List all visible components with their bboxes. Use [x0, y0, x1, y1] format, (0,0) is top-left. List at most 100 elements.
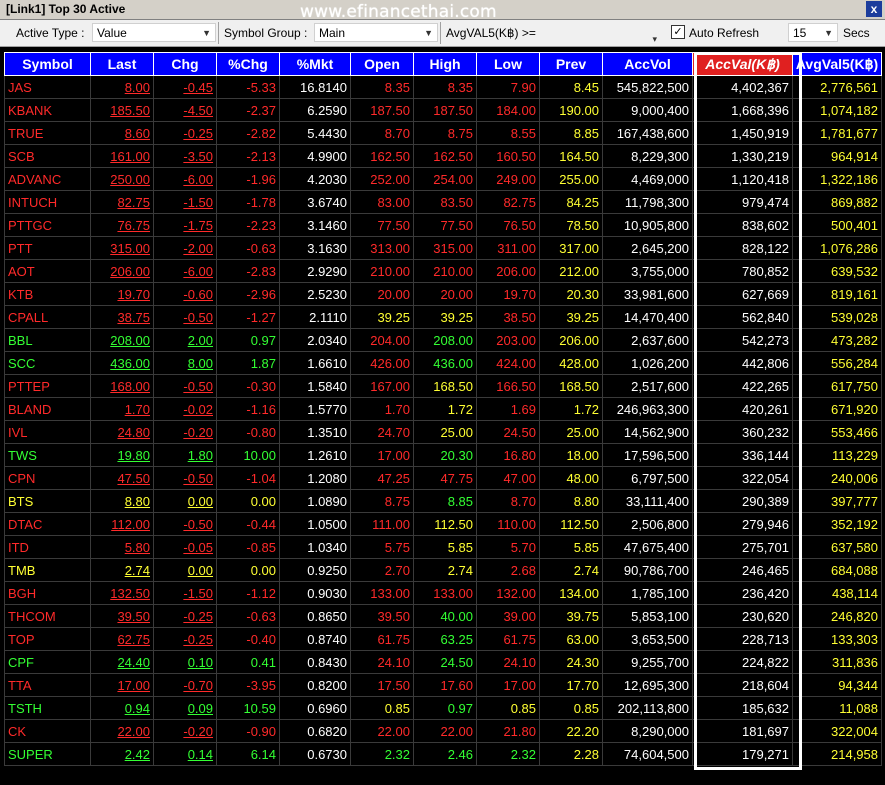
symbol-cell[interactable]: SUPER [4, 742, 91, 766]
column-header[interactable]: %Mkt [279, 52, 351, 76]
symbol-cell[interactable]: TWS [4, 443, 91, 467]
column-header[interactable]: %Chg [216, 52, 280, 76]
symbol-cell[interactable]: CPN [4, 466, 91, 490]
accval-cell: 218,604 [692, 673, 793, 697]
symbol-cell[interactable]: ITD [4, 535, 91, 559]
symbol-cell[interactable]: PTTEP [4, 374, 91, 398]
symbol-cell[interactable]: ADVANC [4, 167, 91, 191]
symbol-cell[interactable]: PTTGC [4, 213, 91, 237]
symbol-cell[interactable]: THCOM [4, 604, 91, 628]
symbol-cell[interactable]: TOP [4, 627, 91, 651]
table-row[interactable]: TOP 62.75 -0.25 -0.40 0.8740 61.75 63.25 61.75 6… [4, 627, 882, 651]
table-row[interactable]: THCOM 39.50 -0.25 -0.63 0.8650 39.50 40.00 39.0… [4, 604, 882, 628]
table-row[interactable]: SUPER 2.42 0.14 6.14 0.6730 2.32 2.46 2.32 2.28 7… [4, 742, 882, 766]
symbol-cell[interactable]: BLAND [4, 397, 91, 421]
table-row[interactable]: PTT 315.00 -2.00 -0.63 3.1630 313.00 315.00 311… [4, 236, 882, 260]
column-header[interactable]: Low [476, 52, 540, 76]
column-header[interactable]: High [413, 52, 477, 76]
chg-cell: 0.14 [153, 742, 217, 766]
symbol-cell[interactable]: DTAC [4, 512, 91, 536]
symbol-group-select[interactable]: Main ▼ [314, 23, 438, 42]
symbol-cell[interactable]: SCC [4, 351, 91, 375]
table-row[interactable]: BLAND 1.70 -0.02 -1.16 1.5770 1.70 1.72 1.69 1.7… [4, 397, 882, 421]
symbol-cell[interactable]: PTT [4, 236, 91, 260]
table-row[interactable]: SCC 436.00 8.00 1.87 1.6610 426.00 436.00 424.0… [4, 351, 882, 375]
table-row[interactable]: BBL 208.00 2.00 0.97 2.0340 204.00 208.00 203.0… [4, 328, 882, 352]
symbol-cell[interactable]: TRUE [4, 121, 91, 145]
table-row[interactable]: PTTGC 76.75 -1.75 -2.23 3.1460 77.50 77.50 76.5… [4, 213, 882, 237]
table-row[interactable]: TTA 17.00 -0.70 -3.95 0.8200 17.50 17.60 17.00 1… [4, 673, 882, 697]
symbol-cell[interactable]: CPALL [4, 305, 91, 329]
symbol-cell[interactable]: CPF [4, 650, 91, 674]
table-row[interactable]: TSTH 0.94 0.09 10.59 0.6960 0.85 0.97 0.85 0.85 2… [4, 696, 882, 720]
table-row[interactable]: BGH 132.50 -1.50 -1.12 0.9030 133.00 133.00 132… [4, 581, 882, 605]
pmkt-cell: 0.8740 [279, 627, 351, 651]
table-row[interactable]: KTB 19.70 -0.60 -2.96 2.5230 20.00 20.00 19.70 2… [4, 282, 882, 306]
pchg-cell: -0.63 [216, 604, 280, 628]
open-cell: 22.00 [350, 719, 414, 743]
prev-cell: 20.30 [539, 282, 603, 306]
pmkt-cell: 4.9900 [279, 144, 351, 168]
avgval-filter-input[interactable]: ▾ [540, 23, 662, 44]
active-type-select[interactable]: Value ▼ [92, 23, 216, 42]
symbol-cell[interactable]: JAS [4, 75, 91, 99]
table-row[interactable]: DTAC 112.00 -0.50 -0.44 1.0500 111.00 112.50 11… [4, 512, 882, 536]
active-type-label: Active Type : [16, 26, 85, 40]
table-row[interactable]: JAS 8.00 -0.45 -5.33 16.8140 8.35 8.35 7.90 8.45… [4, 75, 882, 99]
table-row[interactable]: CPN 47.50 -0.50 -1.04 1.2080 47.25 47.75 47.00 4… [4, 466, 882, 490]
table-row[interactable]: IVL 24.80 -0.20 -0.80 1.3510 24.70 25.00 24.50 2… [4, 420, 882, 444]
symbol-cell[interactable]: SCB [4, 144, 91, 168]
last-cell: 112.00 [90, 512, 154, 536]
accval-cell: 185,632 [692, 696, 793, 720]
column-header[interactable]: Last [90, 52, 154, 76]
auto-refresh-label: Auto Refresh [689, 26, 760, 40]
table-row[interactable]: KBANK 185.50 -4.50 -2.37 6.2590 187.50 187.50 1… [4, 98, 882, 122]
symbol-cell[interactable]: AOT [4, 259, 91, 283]
symbol-cell[interactable]: BGH [4, 581, 91, 605]
table-row[interactable]: TWS 19.80 1.80 10.00 1.2610 17.00 20.30 16.80 18… [4, 443, 882, 467]
active-type-value: Value [97, 26, 127, 40]
avgval5-cell: 113,229 [792, 443, 882, 467]
table-row[interactable]: TRUE 8.60 -0.25 -2.82 5.4430 8.70 8.75 8.55 8.85… [4, 121, 882, 145]
column-header[interactable]: AvgVal5(K฿) [792, 52, 882, 76]
pchg-cell: 0.97 [216, 328, 280, 352]
auto-refresh-checkbox[interactable]: ✓ [671, 25, 685, 39]
symbol-cell[interactable]: KBANK [4, 98, 91, 122]
symbol-cell[interactable]: TTA [4, 673, 91, 697]
chg-cell: -0.60 [153, 282, 217, 306]
accval-cell: 780,852 [692, 259, 793, 283]
table-row[interactable]: CPALL 38.75 -0.50 -1.27 2.1110 39.25 39.25 38.5… [4, 305, 882, 329]
symbol-cell[interactable]: IVL [4, 420, 91, 444]
table-row[interactable]: PTTEP 168.00 -0.50 -0.30 1.5840 167.00 168.50 1… [4, 374, 882, 398]
column-header[interactable]: AccVal(K฿) [692, 52, 793, 76]
symbol-cell[interactable]: KTB [4, 282, 91, 306]
open-cell: 2.70 [350, 558, 414, 582]
table-row[interactable]: CPF 24.40 0.10 0.41 0.8430 24.10 24.50 24.10 24.… [4, 650, 882, 674]
column-header[interactable]: Symbol [4, 52, 91, 76]
accvol-cell: 202,113,800 [602, 696, 693, 720]
symbol-cell[interactable]: TMB [4, 558, 91, 582]
avgval5-cell: 438,114 [792, 581, 882, 605]
column-header[interactable]: AccVol [602, 52, 693, 76]
column-header[interactable]: Open [350, 52, 414, 76]
avgval5-cell: 1,322,186 [792, 167, 882, 191]
symbol-cell[interactable]: BBL [4, 328, 91, 352]
column-header[interactable]: Prev [539, 52, 603, 76]
table-row[interactable]: SCB 161.00 -3.50 -2.13 4.9900 162.50 162.50 160… [4, 144, 882, 168]
refresh-interval-select[interactable]: 15 ▼ [788, 23, 838, 42]
table-row[interactable]: AOT 206.00 -6.00 -2.83 2.9290 210.00 210.00 206… [4, 259, 882, 283]
column-header[interactable]: Chg [153, 52, 217, 76]
table-row[interactable]: TMB 2.74 0.00 0.00 0.9250 2.70 2.74 2.68 2.74 90,… [4, 558, 882, 582]
symbol-cell[interactable]: CK [4, 719, 91, 743]
table-row[interactable]: ITD 5.80 -0.05 -0.85 1.0340 5.75 5.85 5.70 5.85 4… [4, 535, 882, 559]
table-row[interactable]: ADVANC 250.00 -6.00 -1.96 4.2030 252.00 254.00… [4, 167, 882, 191]
table-row[interactable]: INTUCH 82.75 -1.50 -1.78 3.6740 83.00 83.50 82.… [4, 190, 882, 214]
high-cell: 254.00 [413, 167, 477, 191]
symbol-cell[interactable]: INTUCH [4, 190, 91, 214]
close-button[interactable]: x [866, 1, 882, 17]
avgval5-cell: 2,776,561 [792, 75, 882, 99]
table-row[interactable]: BTS 8.80 0.00 0.00 1.0890 8.75 8.85 8.70 8.80 33,… [4, 489, 882, 513]
symbol-cell[interactable]: BTS [4, 489, 91, 513]
table-row[interactable]: CK 22.00 -0.20 -0.90 0.6820 22.00 22.00 21.80 22… [4, 719, 882, 743]
symbol-cell[interactable]: TSTH [4, 696, 91, 720]
